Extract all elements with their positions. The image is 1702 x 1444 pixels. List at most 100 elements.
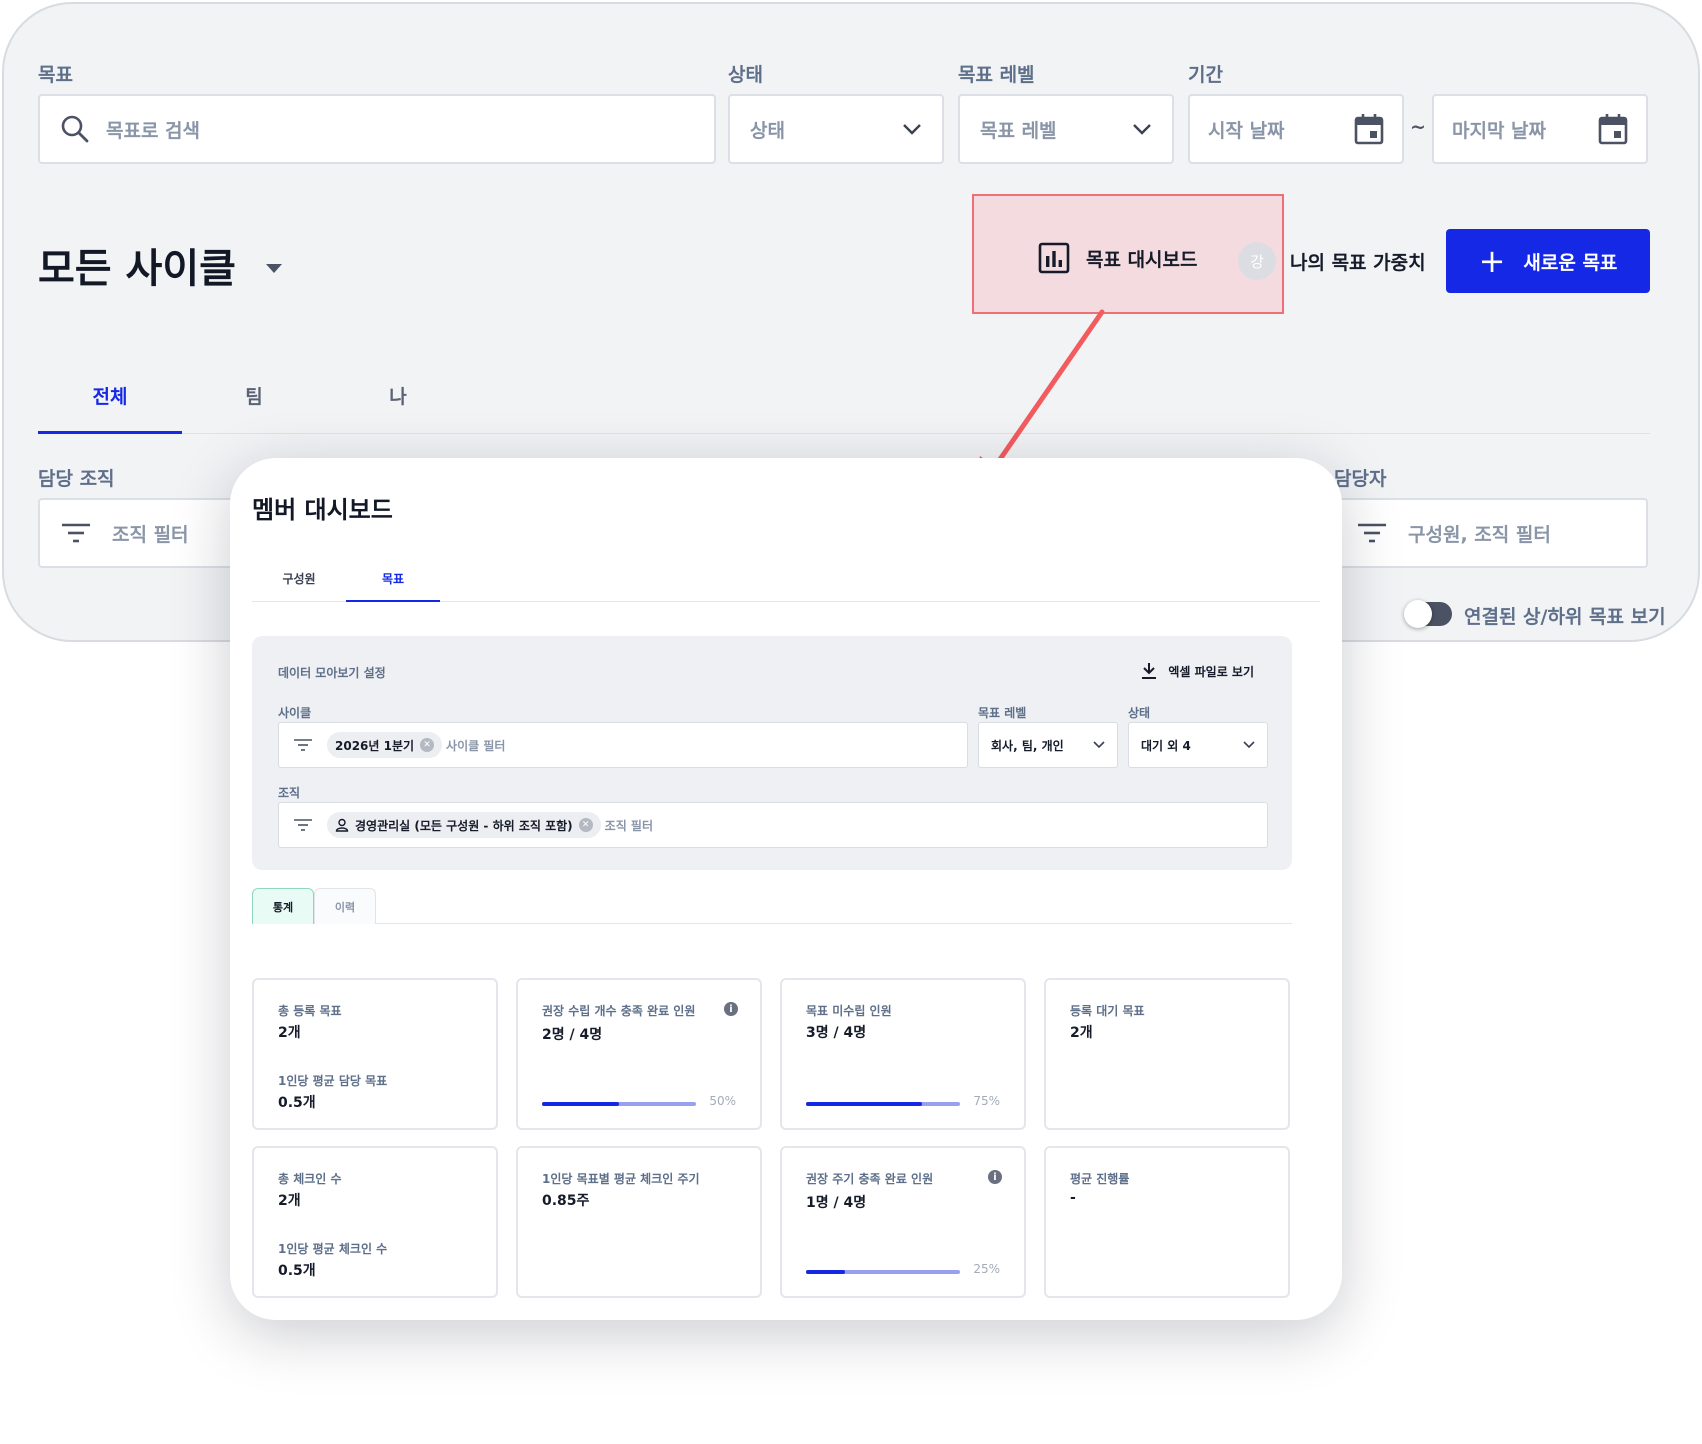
org-filter-input[interactable]: 경영관리실 (모든 구성원 - 하위 조직 포함) ✕ 조직 필터 <box>278 802 1268 848</box>
user-icon <box>335 818 349 832</box>
plus-icon: + <box>1478 242 1506 280</box>
stat-value: 1명 / 4명 <box>806 1195 867 1211</box>
new-goal-label: 새로운 목표 <box>1523 251 1618 274</box>
stat-sub-label: 1인당 평균 담당 목표 <box>278 1074 388 1088</box>
filter-icon <box>62 523 90 543</box>
tab-members[interactable]: 구성원 <box>252 558 346 602</box>
stat-card-recommended-cycle: 권장 주기 충족 완료 인원 i 1명 / 4명 25% <box>780 1146 1026 1298</box>
stat-label: 권장 주기 충족 완료 인원 <box>806 1172 934 1186</box>
assignee-filter-label: 담당자 <box>1334 468 1387 490</box>
stat-card-recommended-count: 권장 수립 개수 충족 완료 인원 i 2명 / 4명 50% <box>516 978 762 1130</box>
filter-icon <box>294 819 312 831</box>
tab-all[interactable]: 전체 <box>38 378 182 434</box>
stat-label: 목표 미수립 인원 <box>806 1004 892 1018</box>
end-date-placeholder: 마지막 날짜 <box>1452 119 1547 142</box>
chevron-down-icon <box>903 124 921 135</box>
status-filter-label: 상태 <box>1128 706 1151 720</box>
calendar-icon <box>1598 114 1628 145</box>
progress-bar <box>806 1102 960 1106</box>
tab-team[interactable]: 팀 <box>182 378 326 434</box>
cycle-chip[interactable]: 2026년 1분기 ✕ <box>327 732 443 758</box>
stat-label: 1인당 목표별 평균 체크인 주기 <box>542 1172 700 1186</box>
status-select[interactable]: 상태 <box>728 94 944 164</box>
info-icon[interactable]: i <box>988 1170 1002 1184</box>
end-date-input[interactable]: 마지막 날짜 <box>1432 94 1648 164</box>
cycle-filter-label: 사이클 <box>278 706 312 720</box>
org-filter-label: 담당 조직 <box>38 468 115 490</box>
stat-value: 2개 <box>278 1193 301 1209</box>
new-goal-button[interactable]: + 새로운 목표 <box>1446 229 1650 293</box>
toggle-knob <box>1404 600 1432 628</box>
status-select-value: 대기 외 4 <box>1141 738 1191 753</box>
search-icon <box>61 115 89 143</box>
progress-bar <box>806 1270 960 1274</box>
goal-dashboard-button[interactable]: 목표 대시보드 <box>1038 242 1198 274</box>
level-select-value: 회사, 팀, 개인 <box>991 738 1064 753</box>
start-date-input[interactable]: 시작 날짜 <box>1188 94 1404 164</box>
period-separator: ~ <box>1410 116 1426 138</box>
tab-me[interactable]: 나 <box>326 378 470 434</box>
bar-chart-icon <box>1038 242 1070 274</box>
stat-value: - <box>1070 1190 1076 1206</box>
org-chip-label: 경영관리실 (모든 구성원 - 하위 조직 포함) <box>355 818 573 833</box>
goal-search-label: 목표 <box>38 64 73 86</box>
progress-fill <box>806 1270 845 1274</box>
cycle-filter-placeholder: 사이클 필터 <box>446 738 506 753</box>
chevron-down-icon <box>1243 741 1255 749</box>
cycle-chip-label: 2026년 1분기 <box>335 738 415 753</box>
stat-value: 3명 / 4명 <box>806 1025 867 1041</box>
excel-export-button[interactable]: 엑셀 파일로 보기 <box>1140 662 1254 680</box>
status-placeholder: 상태 <box>750 119 785 142</box>
cycle-selector[interactable]: 모든 사이클 <box>38 236 282 294</box>
start-date-placeholder: 시작 날짜 <box>1208 119 1285 142</box>
status-select[interactable]: 대기 외 4 <box>1128 722 1268 768</box>
close-icon[interactable]: ✕ <box>578 818 593 832</box>
stat-card-no-goal-members: 목표 미수립 인원 3명 / 4명 75% <box>780 978 1026 1130</box>
cycle-title: 모든 사이클 <box>38 246 236 292</box>
goal-search-placeholder: 목표로 검색 <box>106 119 201 142</box>
calendar-icon <box>1354 114 1384 145</box>
stat-card-avg-progress: 평균 진행률 - <box>1044 1146 1290 1298</box>
progress-fill <box>542 1102 619 1106</box>
stat-sub-label: 1인당 평균 체크인 수 <box>278 1242 388 1256</box>
stat-label: 등록 대기 목표 <box>1070 1004 1145 1018</box>
caret-down-icon <box>265 263 282 273</box>
goal-search-input[interactable]: 목표로 검색 <box>38 94 716 164</box>
stat-label: 권장 수립 개수 충족 완료 인원 <box>542 1004 696 1018</box>
tab-goals[interactable]: 목표 <box>346 558 440 602</box>
stat-card-total-checkins: 총 체크인 수 2개 1인당 평균 체크인 수 0.5개 <box>252 1146 498 1298</box>
stat-label: 총 체크인 수 <box>278 1172 342 1186</box>
level-filter-label: 목표 레벨 <box>978 706 1027 720</box>
info-icon[interactable]: i <box>724 1002 738 1016</box>
stat-value: 2개 <box>1070 1025 1093 1041</box>
filter-icon <box>1358 523 1386 543</box>
linked-goals-toggle[interactable] <box>1404 600 1452 628</box>
stat-sub-value: 0.5개 <box>278 1263 316 1279</box>
stat-tabs: 통계 이력 <box>252 888 1292 924</box>
tab-history[interactable]: 이력 <box>314 888 376 924</box>
member-dashboard-modal: 멤버 대시보드 구성원 목표 데이터 모아보기 설정 엑셀 파일로 보기 사이클… <box>230 458 1342 1320</box>
settings-title: 데이터 모아보기 설정 <box>278 666 386 680</box>
period-label: 기간 <box>1188 64 1223 86</box>
tab-statistics[interactable]: 통계 <box>252 888 314 924</box>
excel-export-label: 엑셀 파일로 보기 <box>1168 664 1254 679</box>
assignee-filter-input[interactable]: 구성원, 조직 필터 <box>1334 498 1648 568</box>
goal-level-placeholder: 목표 레벨 <box>980 119 1057 142</box>
filter-icon <box>294 739 312 751</box>
progress-percent: 50% <box>709 1094 736 1108</box>
data-settings-panel: 데이터 모아보기 설정 엑셀 파일로 보기 사이클 2026년 1분기 ✕ 사이… <box>252 636 1292 870</box>
my-goal-weight-button[interactable]: 나의 목표 가중치 <box>1290 248 1426 275</box>
goal-level-select[interactable]: 목표 레벨 <box>958 94 1174 164</box>
stat-card-avg-checkin-cycle: 1인당 목표별 평균 체크인 주기 0.85주 <box>516 1146 762 1298</box>
stat-value: 0.85주 <box>542 1193 590 1209</box>
goal-dashboard-label: 목표 대시보드 <box>1086 248 1198 271</box>
linked-goals-toggle-label: 연결된 상/하위 목표 보기 <box>1464 606 1666 628</box>
progress-percent: 75% <box>973 1094 1000 1108</box>
level-select[interactable]: 회사, 팀, 개인 <box>978 722 1118 768</box>
stat-label: 총 등록 목표 <box>278 1004 342 1018</box>
cycle-filter-input[interactable]: 2026년 1분기 ✕ 사이클 필터 <box>278 722 968 768</box>
stat-label: 평균 진행률 <box>1070 1172 1130 1186</box>
close-icon[interactable]: ✕ <box>420 738 435 752</box>
status-label: 상태 <box>728 64 763 86</box>
org-chip[interactable]: 경영관리실 (모든 구성원 - 하위 조직 포함) ✕ <box>327 812 601 838</box>
